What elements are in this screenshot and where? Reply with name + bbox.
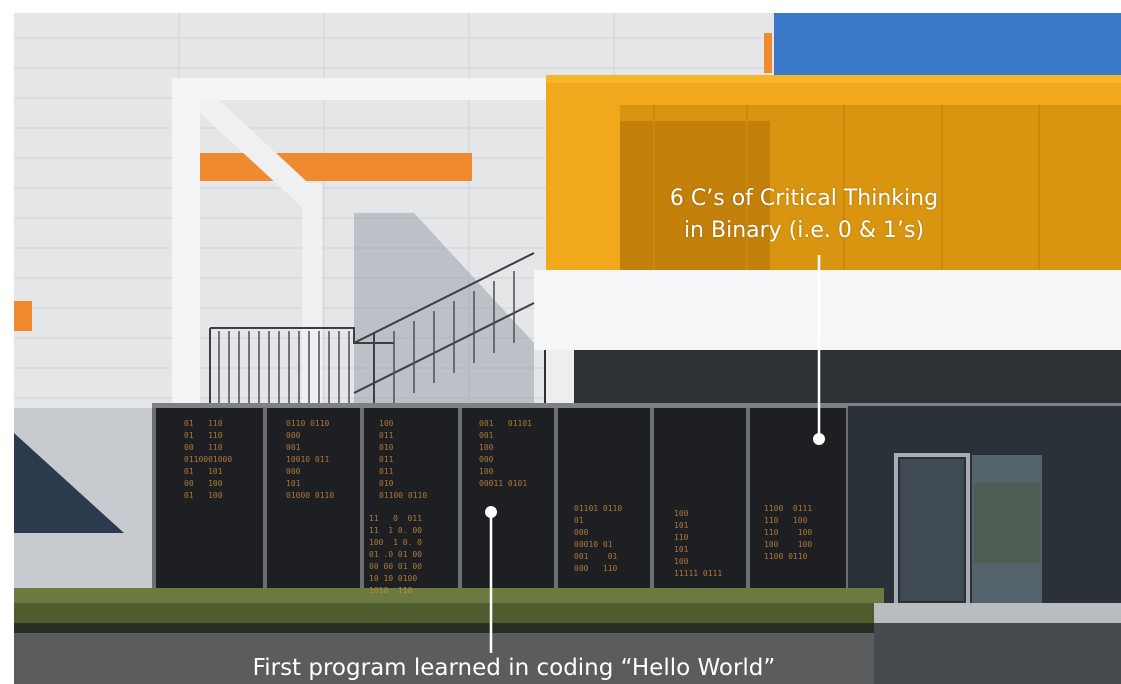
binary-block: 01 110 01 110 00 110 0110001000 01 101 0… xyxy=(184,419,233,500)
door-glass xyxy=(900,459,964,601)
binary-block: 11 0 011 11 1 0. 00 100 1 0. 0 01 .0 01 … xyxy=(369,514,422,595)
deck-underside xyxy=(544,350,1121,405)
sky xyxy=(764,13,1121,83)
photo-scene: 01 110 01 110 00 110 0110001000 01 101 0… xyxy=(14,13,1121,684)
binary-block: 0110 0110 000 001 10010 011 000 101 0100… xyxy=(286,419,335,500)
binary-block: 100 011 010 011 011 010 01100 0110 xyxy=(379,419,428,500)
callout-dot-bottom xyxy=(485,506,497,518)
orange-stripe-left xyxy=(14,301,32,331)
deck-slab xyxy=(534,270,1121,350)
orange-stripe-right xyxy=(764,33,772,73)
frame-post xyxy=(172,78,200,413)
binary-block: 100 101 110 101 100 11111 0111 xyxy=(674,509,723,578)
orange-stripe xyxy=(200,153,472,181)
deck-column xyxy=(546,350,574,410)
caption-hello-world: First program learned in coding “Hello W… xyxy=(252,655,776,681)
frame-beam xyxy=(172,78,552,100)
canopy-top-edge xyxy=(546,75,1121,83)
callout-dot-top xyxy=(813,433,825,445)
binary-block: 001 01101 001 100 000 100 00011 0101 xyxy=(479,419,532,488)
binary-block: 1100 0111 110 100 110 100 100 100 1100 0… xyxy=(764,504,813,561)
trees-reflection xyxy=(974,483,1040,563)
binary-block: 01101 0110 01 000 00010 01 001 01 000 11… xyxy=(574,504,623,573)
caption-critical-thinking: 6 C’s of Critical Thinking in Binary (i.… xyxy=(669,186,939,243)
building-photo xyxy=(14,13,1121,684)
